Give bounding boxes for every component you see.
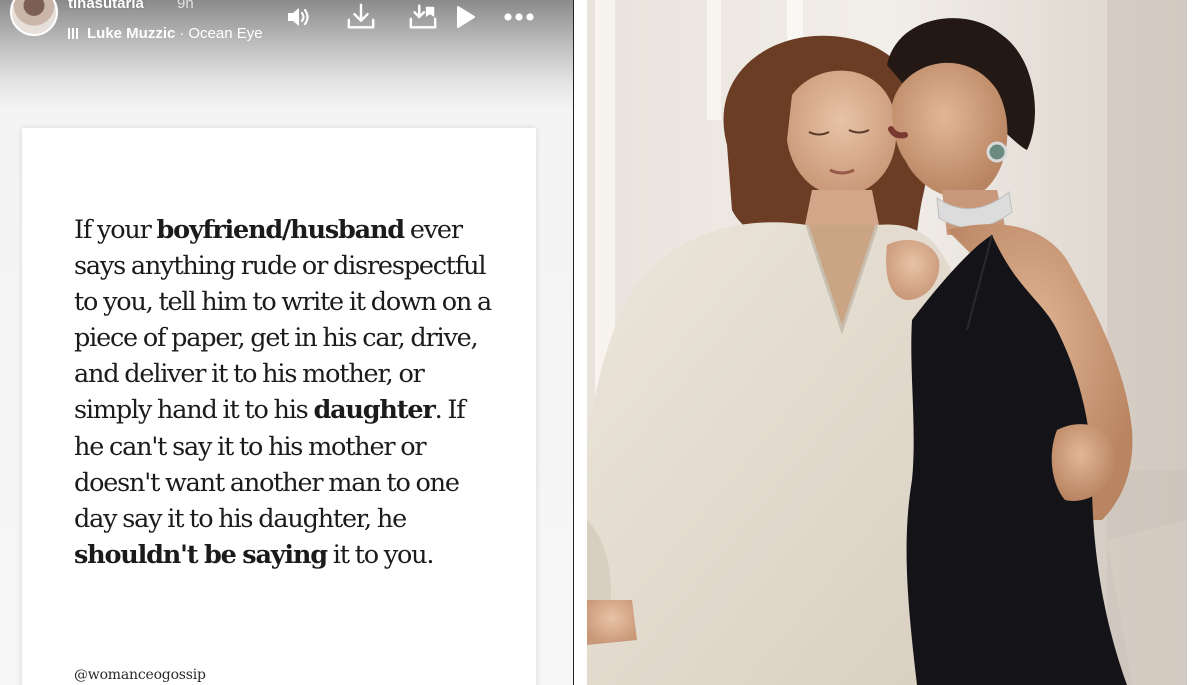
save-to-collection-button[interactable] — [408, 2, 438, 32]
panel-divider — [573, 0, 574, 685]
quote-text: If your boyfriend/husband ever says anyt… — [74, 212, 494, 573]
story-panel: tinasutaria 9h Luke Muzzic · Ocean Eyes — [0, 0, 573, 685]
more-icon — [504, 13, 534, 21]
username[interactable]: tinasutaria — [68, 0, 144, 12]
story-header: tinasutaria 9h Luke Muzzic · Ocean Eyes — [0, 0, 573, 60]
photo-illustration — [587, 0, 1187, 685]
quote-emphasis: daughter — [313, 395, 435, 426]
download-icon — [347, 3, 375, 29]
quote-segment: If your — [74, 215, 157, 245]
quote-emphasis: boyfriend/husband — [156, 215, 406, 245]
play-button[interactable] — [450, 2, 480, 32]
music-attribution[interactable]: Luke Muzzic · Ocean Eyes — [68, 23, 263, 43]
more-options-button[interactable] — [503, 2, 535, 32]
music-separator: · — [179, 24, 185, 42]
photo-mother-daughter — [587, 0, 1187, 685]
play-icon — [457, 6, 475, 28]
music-track: Ocean Eyes — [188, 24, 263, 42]
post-time: 9h — [177, 0, 194, 12]
daughter-earring — [986, 141, 1008, 163]
mute-button[interactable] — [283, 2, 313, 32]
quote-card: If your boyfriend/husband ever says anyt… — [22, 128, 536, 685]
save-to-collection-icon — [409, 4, 437, 29]
quote-source-handle: @womanceogossip — [74, 667, 206, 683]
audio-bars-icon — [68, 27, 78, 39]
download-button[interactable] — [346, 2, 376, 32]
avatar[interactable] — [10, 0, 58, 36]
mother-wrist — [587, 600, 637, 645]
speaker-icon — [288, 8, 309, 26]
quote-segment: it to you. — [326, 539, 435, 570]
quote-emphasis: shouldn't be saying — [74, 539, 328, 570]
mother-face — [787, 70, 897, 196]
music-artist: Luke Muzzic — [87, 24, 176, 42]
wall-molding-center — [707, 0, 721, 120]
quote-segment: ever says anything rude or disrespectful… — [74, 215, 492, 426]
